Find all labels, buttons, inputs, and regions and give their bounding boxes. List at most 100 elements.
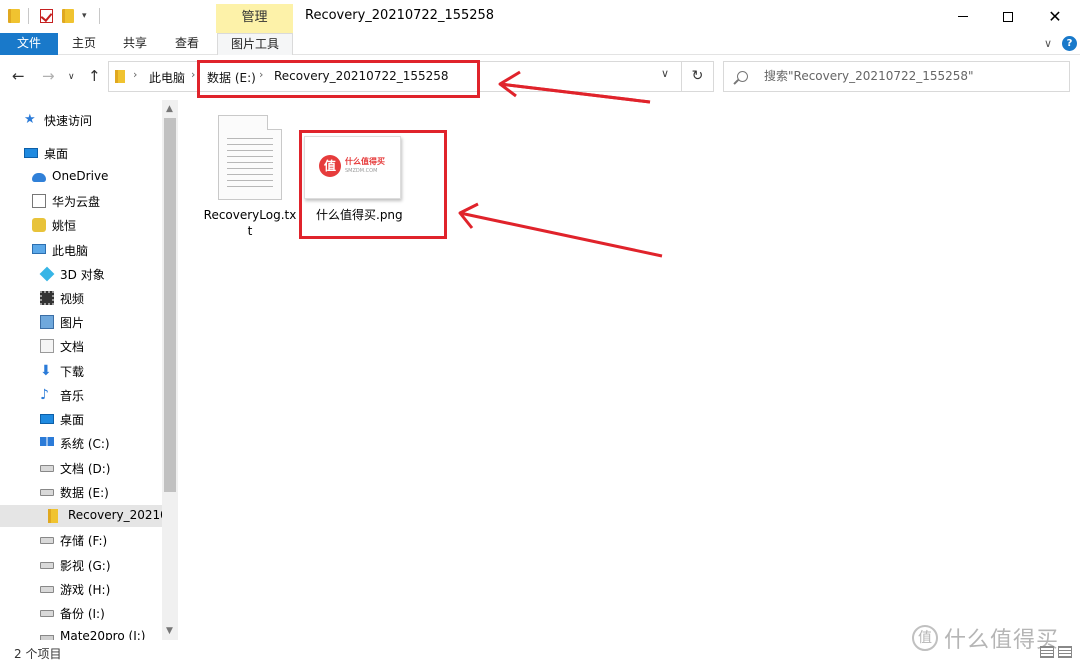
- new-folder-icon[interactable]: [62, 8, 74, 24]
- annotation-box-address: [197, 60, 480, 98]
- sidebar-item[interactable]: 桌面: [0, 142, 162, 164]
- sidebar-item[interactable]: 存储 (F:): [0, 529, 162, 551]
- forward-arrow-icon[interactable]: →: [42, 67, 55, 85]
- close-icon: ✕: [1048, 6, 1062, 26]
- sidebar-item-label: 姚恒: [52, 219, 77, 233]
- maximize-icon: [1003, 11, 1013, 22]
- sidebar-item-label: 桌面: [44, 147, 69, 161]
- close-button[interactable]: ✕: [1032, 0, 1078, 33]
- breadcrumb-this-pc[interactable]: 此电脑: [149, 69, 185, 86]
- music-note-icon: ♪: [40, 387, 49, 403]
- refresh-icon: ↻: [691, 68, 704, 84]
- sidebar-item[interactable]: 文档: [0, 335, 162, 357]
- tab-share[interactable]: 共享: [113, 33, 157, 55]
- folder-icon: [48, 509, 58, 523]
- desktop-icon: [24, 148, 38, 158]
- sidebar-item[interactable]: Recovery_20210722_155258: [0, 505, 162, 527]
- scrollbar-thumb[interactable]: [164, 118, 176, 492]
- sidebar-item-label: Recovery_20210722_155258: [68, 508, 162, 522]
- sidebar-item-label: 3D 对象: [60, 268, 105, 282]
- customize-toolbar-chevron-icon[interactable]: ▾: [82, 8, 87, 24]
- sidebar-item-label: 下载: [60, 365, 85, 379]
- sidebar-item[interactable]: 桌面: [0, 408, 162, 430]
- back-arrow-icon[interactable]: ←: [12, 67, 25, 85]
- tab-view[interactable]: 查看: [165, 33, 209, 55]
- navigation-pane: ★ 快速访问桌面 OneDrive 华为云盘姚恒此电脑 3D 对象视频图片文档 ⬇ 下载 ♪ 音…: [0, 100, 178, 640]
- sidebar-item[interactable]: OneDrive: [0, 166, 162, 188]
- qa-separator: [28, 8, 29, 24]
- tab-file[interactable]: 文件: [0, 33, 58, 55]
- tab-home[interactable]: 主页: [62, 33, 106, 55]
- breadcrumb-chevron-icon[interactable]: ›: [191, 68, 195, 81]
- sidebar-item[interactable]: 此电脑: [0, 239, 162, 261]
- sidebar-item-label: 文档: [60, 340, 85, 354]
- sidebar-item[interactable]: 备份 (I:): [0, 602, 162, 624]
- text-file-icon[interactable]: [218, 115, 282, 200]
- large-icons-view-icon[interactable]: [1058, 646, 1072, 658]
- annotation-box-file: [299, 130, 447, 239]
- cloud-icon: [32, 173, 46, 182]
- watermark-logo-icon: 值: [912, 625, 938, 651]
- sidebar-item[interactable]: Mate20pro (J:): [0, 626, 162, 640]
- sidebar-item[interactable]: 影视 (G:): [0, 554, 162, 576]
- refresh-button[interactable]: ↻: [682, 61, 714, 92]
- film-icon: [40, 291, 54, 305]
- scroll-up-icon[interactable]: ▲: [166, 104, 173, 114]
- sidebar-item-label: 视频: [60, 292, 85, 306]
- windows-drive-icon: [40, 437, 54, 446]
- sidebar-item-label: 此电脑: [52, 244, 89, 258]
- tab-picture-tools[interactable]: 图片工具: [217, 33, 293, 55]
- sidebar-item[interactable]: 3D 对象: [0, 263, 162, 285]
- title-bar: ▾ 管理 Recovery_20210722_155258 ✕: [0, 0, 1080, 33]
- annotation-arrow-file: [458, 202, 663, 258]
- sidebar-item-label: 游戏 (H:): [60, 583, 111, 597]
- sidebar-item-label: 华为云盘: [52, 195, 101, 209]
- details-view-icon[interactable]: [1040, 646, 1054, 658]
- up-arrow-icon[interactable]: ↑: [88, 67, 101, 85]
- sidebar-item[interactable]: 图片: [0, 311, 162, 333]
- desktop-icon: [40, 414, 54, 424]
- sidebar-item[interactable]: 华为云盘: [0, 190, 162, 212]
- sidebar-item-label: 文档 (D:): [60, 462, 111, 476]
- minimize-button[interactable]: [940, 0, 986, 33]
- watermark: 值 什么值得买: [912, 622, 1059, 654]
- search-box[interactable]: [723, 61, 1070, 92]
- properties-check-icon[interactable]: [40, 8, 53, 24]
- file-name-recoverylog[interactable]: RecoveryLog.txt: [202, 207, 298, 239]
- maximize-button[interactable]: [985, 0, 1031, 33]
- document-icon: [32, 194, 46, 208]
- sidebar-item[interactable]: 数据 (E:): [0, 481, 162, 503]
- sidebar-item[interactable]: 文档 (D:): [0, 457, 162, 479]
- sidebar-item[interactable]: ⬇ 下载: [0, 360, 162, 382]
- sidebar-item[interactable]: 系统 (C:): [0, 432, 162, 454]
- sidebar-item-label: Mate20pro (J:): [60, 629, 146, 640]
- status-item-count: 2 个项目: [14, 647, 62, 661]
- expand-ribbon-chevron-icon[interactable]: ∨: [1044, 37, 1052, 50]
- manage-context-tab[interactable]: 管理: [216, 4, 293, 33]
- sidebar-item[interactable]: 视频: [0, 287, 162, 309]
- drive-icon: [40, 586, 54, 593]
- recent-locations-chevron-icon[interactable]: ∨: [68, 72, 75, 82]
- search-input[interactable]: [764, 69, 1064, 83]
- sidebar-item-label: 音乐: [60, 389, 85, 403]
- sidebar-item[interactable]: ★ 快速访问: [0, 109, 162, 131]
- sidebar-item-label: 影视 (G:): [60, 559, 111, 573]
- drive-icon: [40, 537, 54, 544]
- drive-icon: [40, 489, 54, 496]
- breadcrumb-chevron-icon[interactable]: ›: [133, 68, 137, 81]
- download-arrow-icon: ⬇: [40, 363, 52, 379]
- view-mode-buttons: [1040, 646, 1076, 660]
- quick-access-folder-icon[interactable]: [8, 8, 20, 24]
- sidebar-item-label: 图片: [60, 316, 85, 330]
- star-icon: ★: [24, 112, 36, 127]
- sidebar-item-label: 系统 (C:): [60, 437, 110, 451]
- text-document-icon: [40, 339, 54, 353]
- scroll-down-icon[interactable]: ▼: [166, 626, 173, 636]
- address-history-chevron-icon[interactable]: ∨: [661, 67, 669, 80]
- sidebar-item[interactable]: ♪ 音乐: [0, 384, 162, 406]
- search-icon: [737, 71, 748, 82]
- sidebar-item[interactable]: 游戏 (H:): [0, 578, 162, 600]
- help-icon[interactable]: ?: [1062, 36, 1077, 51]
- sidebar-item[interactable]: 姚恒: [0, 214, 162, 236]
- sidebar-item-label: 桌面: [60, 413, 85, 427]
